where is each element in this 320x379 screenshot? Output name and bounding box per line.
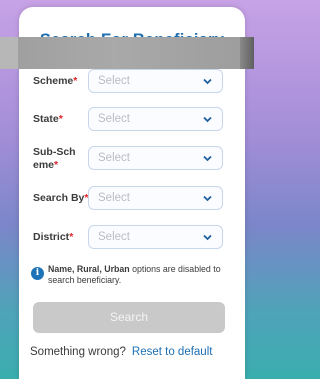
sub-scheme-placeholder: Select <box>98 152 130 164</box>
footer-question: Something wrong? <box>30 346 126 358</box>
search-by-placeholder: Select <box>98 192 130 204</box>
info-icon: i <box>31 267 44 280</box>
chevron-down-icon <box>203 78 212 85</box>
search-button[interactable]: Search <box>33 302 225 333</box>
info-text: Name, Rural, Urban options are disabled … <box>48 264 221 285</box>
state-placeholder: Select <box>98 113 130 125</box>
state-select[interactable]: Select <box>88 107 223 131</box>
sub-scheme-select[interactable]: Select <box>88 146 223 170</box>
overlay-bar <box>0 37 254 69</box>
district-select[interactable]: Select <box>88 225 223 249</box>
scheme-select[interactable]: Select <box>88 69 223 93</box>
district-label: District* <box>33 231 74 243</box>
reset-to-default-link[interactable]: Reset to default <box>132 346 213 358</box>
chevron-down-icon <box>203 195 212 202</box>
chevron-down-icon <box>203 234 212 241</box>
chevron-down-icon <box>203 155 212 162</box>
sub-scheme-label: Sub-Scheme* <box>33 146 76 171</box>
search-by-select[interactable]: Select <box>88 186 223 210</box>
district-placeholder: Select <box>98 231 130 243</box>
scheme-placeholder: Select <box>98 75 130 87</box>
search-by-label: Search By* <box>33 192 89 204</box>
scheme-label: Scheme* <box>33 75 78 87</box>
chevron-down-icon <box>203 116 212 123</box>
state-label: State* <box>33 113 63 125</box>
footer: Something wrong? Reset to default <box>30 346 235 358</box>
